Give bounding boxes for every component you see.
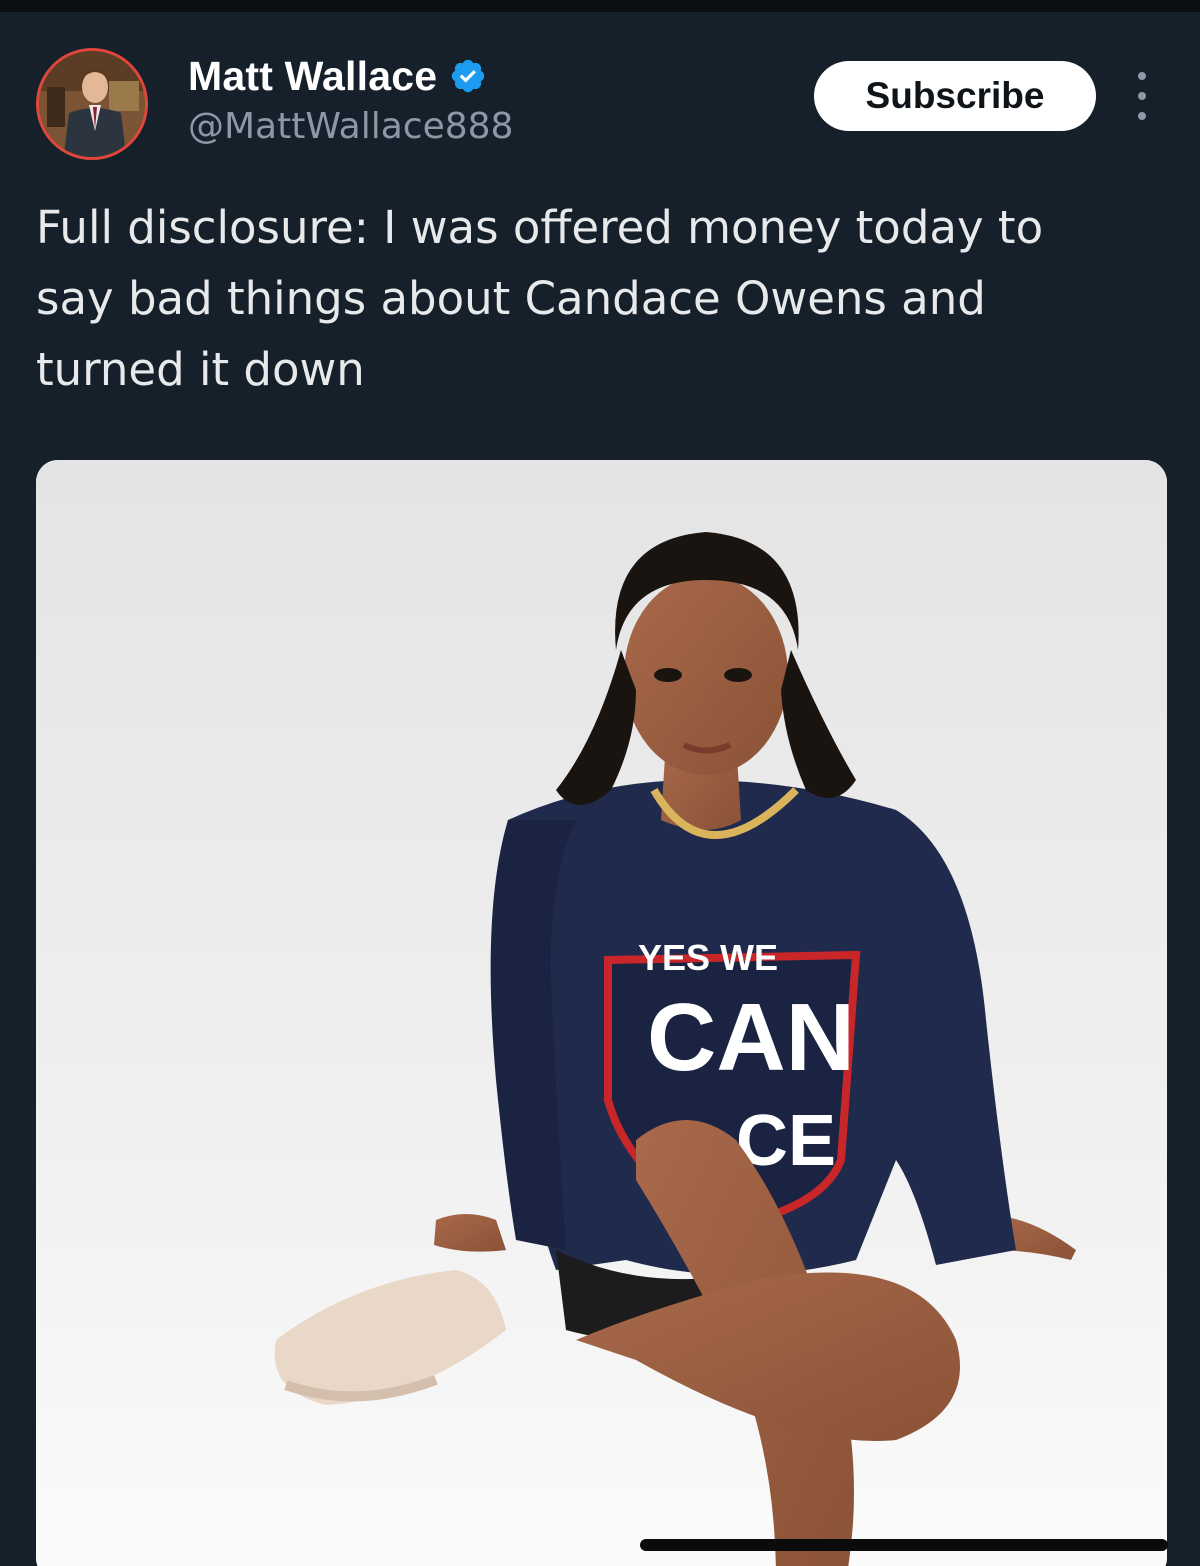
status-bar-edge xyxy=(0,0,1200,12)
shirt-text-line1: YES WE xyxy=(638,937,778,978)
tweet-screen: Matt Wallace @MattWallace888 Subscribe F… xyxy=(0,0,1200,1566)
author-display-name[interactable]: Matt Wallace xyxy=(188,53,437,100)
author-handle[interactable]: @MattWallace888 xyxy=(188,106,513,147)
author-block: Matt Wallace @MattWallace888 xyxy=(188,52,513,148)
author-name-row: Matt Wallace xyxy=(188,52,513,100)
tweet-media-image[interactable]: YES WE CAN CE xyxy=(36,460,1167,1566)
profile-photo-avatar xyxy=(39,51,145,157)
avatar[interactable] xyxy=(36,48,148,160)
verified-badge-icon[interactable] xyxy=(449,57,487,95)
home-indicator xyxy=(640,1539,1168,1551)
subscribe-button[interactable]: Subscribe xyxy=(814,61,1096,131)
more-vertical-icon[interactable] xyxy=(1124,72,1160,120)
tweet-text: Full disclosure: I was offered money tod… xyxy=(36,201,1044,396)
photo-woman-sitting: YES WE CAN CE xyxy=(36,460,1167,1566)
shirt-text-line2: CAN xyxy=(647,984,855,1091)
bottom-edge xyxy=(1168,1540,1200,1566)
